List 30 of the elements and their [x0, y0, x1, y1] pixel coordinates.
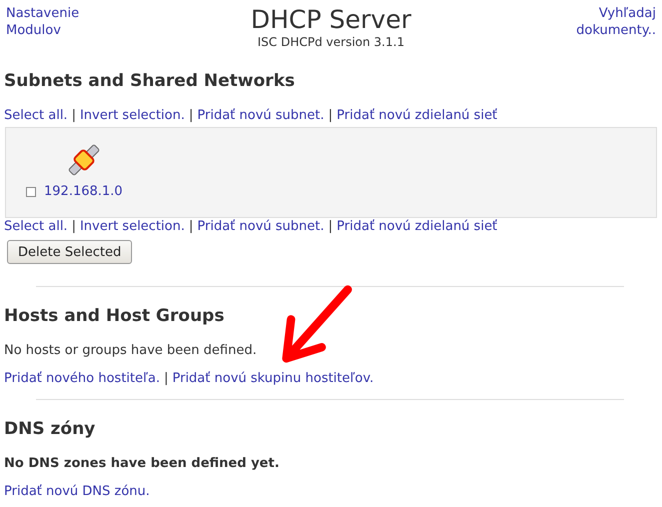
link[interactable]: Select all. — [4, 219, 68, 234]
link[interactable]: Invert selection. — [80, 219, 185, 234]
separator: | — [188, 108, 194, 123]
link[interactable]: Invert selection. — [80, 108, 185, 123]
modules-config-link[interactable]: Nastavenie Modulov — [6, 5, 116, 49]
delete-selected-button[interactable]: Delete Selected — [7, 240, 132, 264]
link[interactable]: Pridať novú zdielanú sieť — [336, 108, 498, 123]
empty-message: No DNS zones have been defined yet. — [3, 456, 280, 471]
page-title: DHCP Server — [250, 5, 412, 35]
subnet-link[interactable]: 192.168.1.0 — [44, 184, 123, 199]
link[interactable]: Select all. — [4, 108, 68, 123]
search-docs-link[interactable]: Vyhľadaj dokumenty.. — [546, 5, 656, 49]
link[interactable]: Pridať nového hostiteľa. — [4, 371, 160, 386]
link[interactable]: Pridať novú zdielanú sieť — [336, 219, 498, 234]
separator: | — [164, 371, 168, 386]
separator: | — [188, 219, 194, 234]
link[interactable]: Pridať novú subnet. — [197, 219, 324, 234]
separator: | — [328, 219, 333, 234]
checkbox[interactable] — [26, 186, 36, 196]
section-heading: DNS zóny — [3, 419, 96, 439]
separator: | — [72, 219, 76, 234]
section-heading: Hosts and Host Groups — [3, 306, 226, 326]
empty-message: No hosts or groups have been defined. — [3, 343, 258, 358]
link[interactable]: Pridať novú skupinu hostiteľov. — [172, 371, 374, 386]
separator: | — [328, 108, 333, 123]
version-subtitle: ISC DHCPd version 3.1.1 — [256, 35, 406, 49]
link[interactable]: Pridať novú DNS zónu. — [4, 484, 150, 499]
separator: | — [72, 108, 76, 123]
link[interactable]: Pridať novú subnet. — [197, 108, 324, 123]
section-heading: Subnets and Shared Networks — [3, 71, 296, 91]
